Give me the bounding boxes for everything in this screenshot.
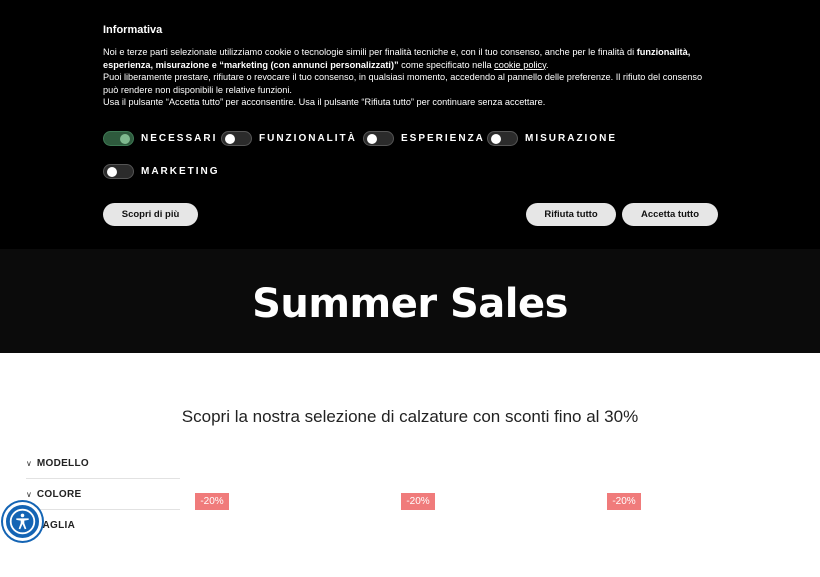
toggle-misurazione[interactable]: MISURAZIONE <box>487 131 617 146</box>
toggle-label: ESPERIENZA <box>401 133 485 144</box>
toggle-label: NECESSARI <box>141 133 218 144</box>
chevron-down-icon: ∨ <box>26 489 32 499</box>
cookie-paragraph-1: Noi e terze parti selezionate utilizziam… <box>103 46 718 71</box>
cookie-banner: Informativa Noi e terze parti selezionat… <box>0 0 820 249</box>
accessibility-icon <box>9 508 36 535</box>
toggle-necessari[interactable]: NECESSARI <box>103 131 217 146</box>
toggle-switch-off[interactable] <box>487 131 518 146</box>
discount-badge: -20% <box>195 493 229 510</box>
discount-badge: -20% <box>607 493 641 510</box>
section-subtitle: Scopri la nostra selezione di calzature … <box>181 407 639 426</box>
filter-modello[interactable]: ∨ MODELLO <box>26 448 180 479</box>
cookie-policy-link[interactable]: cookie policy <box>494 60 546 70</box>
cookie-text-part: Noi e terze parti selezionate utilizziam… <box>103 47 637 57</box>
toggle-switch-on[interactable] <box>103 131 134 146</box>
cookie-text: Noi e terze parti selezionate utilizziam… <box>103 46 718 109</box>
toggle-esperienza[interactable]: ESPERIENZA <box>363 131 485 146</box>
toggle-switch-off[interactable] <box>363 131 394 146</box>
cookie-paragraph-2: Puoi liberamente prestare, rifiutare o r… <box>103 72 703 95</box>
page-title: Summer Sales <box>252 281 568 327</box>
filter-label: MODELLO <box>36 457 89 469</box>
filter-taglia[interactable]: ∨ TAGLIA <box>26 510 180 541</box>
cookie-text-part: come specificato nella <box>398 59 495 70</box>
toggle-label: MISURAZIONE <box>525 133 617 144</box>
cookie-paragraph-3: Usa il pulsante “Accetta tutto” per acco… <box>103 97 546 108</box>
toggle-funzionalita[interactable]: FUNZIONALITÀ <box>221 131 357 146</box>
cookie-text-part: . <box>546 59 549 70</box>
chevron-down-icon: ∨ <box>26 458 32 468</box>
filter-label: TAGLIA <box>36 520 76 531</box>
toggle-switch-off[interactable] <box>103 164 134 179</box>
toggle-label: FUNZIONALITÀ <box>259 133 357 144</box>
accessibility-button[interactable] <box>3 502 42 541</box>
filter-label: COLORE <box>36 488 82 500</box>
cookie-title: Informativa <box>103 24 163 36</box>
reject-all-button[interactable]: Rifiuta tutto <box>526 203 616 226</box>
discount-badge: -20% <box>401 493 435 510</box>
accept-all-button[interactable]: Accetta tutto <box>622 203 718 226</box>
filter-colore[interactable]: ∨ COLORE <box>26 479 180 510</box>
toggle-label: MARKETING <box>141 166 220 177</box>
toggle-switch-off[interactable] <box>221 131 252 146</box>
learn-more-button[interactable]: Scopri di più <box>103 203 198 226</box>
toggle-marketing[interactable]: MARKETING <box>103 164 220 179</box>
